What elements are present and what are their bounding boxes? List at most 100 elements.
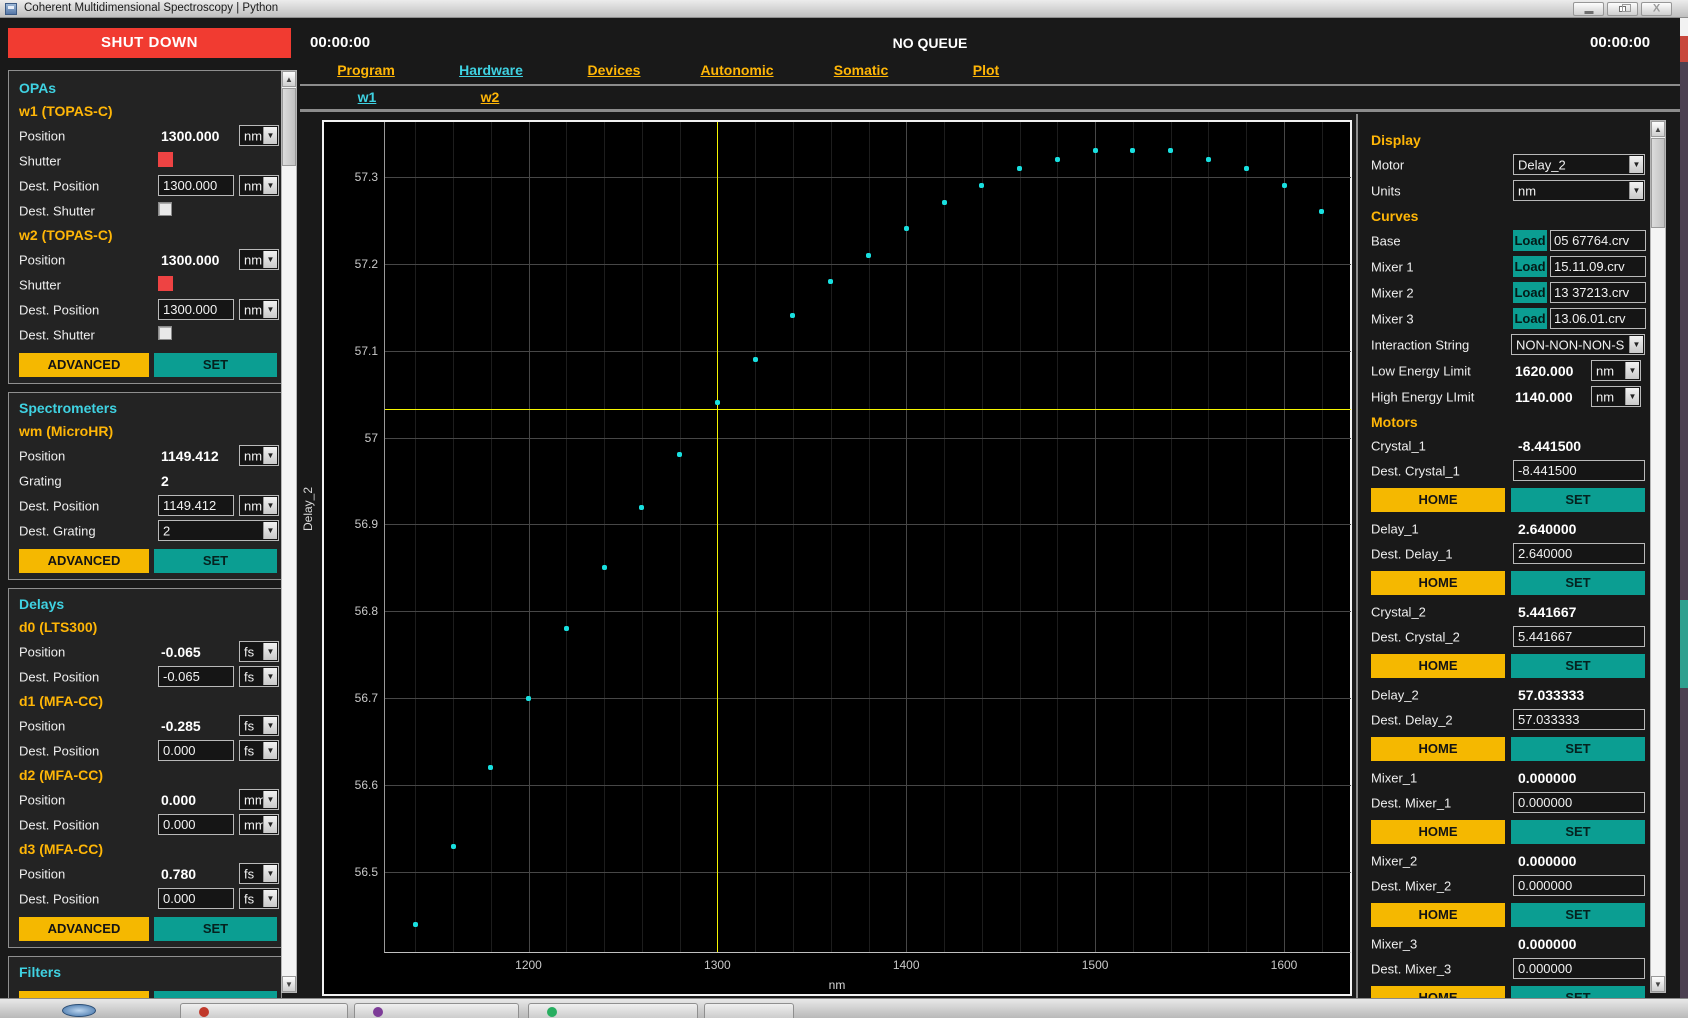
tab-devices[interactable]: Devices <box>554 62 674 78</box>
scroll-down-icon[interactable]: ▼ <box>1651 976 1665 992</box>
subtab-w1[interactable]: w1 <box>337 89 397 105</box>
motor-dest-input[interactable] <box>1513 709 1645 730</box>
opas-advanced-button[interactable]: ADVANCED <box>19 353 149 377</box>
home-button[interactable]: HOME <box>1371 737 1505 761</box>
taskbar[interactable] <box>0 998 1688 1018</box>
d2-dest-position-units-dropdown[interactable]: mm▼ <box>239 814 279 835</box>
left-panel-scrollbar[interactable]: ▲ ▼ <box>281 70 297 993</box>
d3-dest-position-input[interactable] <box>158 888 234 909</box>
w1-dest-position-input[interactable] <box>158 175 234 196</box>
d2-position-units-dropdown[interactable]: mm▼ <box>239 789 279 810</box>
curve-mixer1-file-field[interactable]: 15.11.09.crv <box>1550 256 1646 277</box>
left-scrollbar-thumb[interactable] <box>282 88 296 166</box>
tab-somatic[interactable]: Somatic <box>801 62 921 78</box>
w2-dest-position-units-dropdown[interactable]: nm▼ <box>239 299 279 320</box>
close-button[interactable]: X <box>1641 2 1672 16</box>
motor-dest-input[interactable] <box>1513 875 1645 896</box>
w2-dest-position-input[interactable] <box>158 299 234 320</box>
motor-dest-input[interactable] <box>1513 958 1645 979</box>
curve-mixer1-load-button[interactable]: Load <box>1513 256 1547 277</box>
d1-position-units-dropdown[interactable]: fs▼ <box>239 715 279 736</box>
set-button[interactable]: SET <box>1511 654 1645 678</box>
motor-select-label: Motor <box>1371 158 1404 173</box>
w2-shutter-indicator[interactable] <box>158 276 173 291</box>
high-energy-units-dropdown[interactable]: nm▼ <box>1591 386 1641 407</box>
delays-advanced-button[interactable]: ADVANCED <box>19 917 149 941</box>
d0-dest-position-input[interactable] <box>158 666 234 687</box>
d0-position-units-dropdown[interactable]: fs▼ <box>239 641 279 662</box>
set-button[interactable]: SET <box>1511 488 1645 512</box>
scroll-down-icon[interactable]: ▼ <box>282 976 296 992</box>
d1-dest-position-units-dropdown[interactable]: fs▼ <box>239 740 279 761</box>
curve-mixer2-file-field[interactable]: 13 37213.crv <box>1550 282 1646 303</box>
d2-dest-position-input[interactable] <box>158 814 234 835</box>
d1-dest-position-input[interactable] <box>158 740 234 761</box>
plot-canvas[interactable]: 57.357.257.15756.956.856.756.656.5120013… <box>384 122 1351 953</box>
filters-set-button[interactable]: SET <box>154 991 277 998</box>
motor-select-dropdown[interactable]: Delay_2▼ <box>1513 154 1645 175</box>
d3-dest-position-units-dropdown[interactable]: fs▼ <box>239 888 279 909</box>
interaction-string-dropdown[interactable]: NON-NON-NON-S▼ <box>1511 334 1645 355</box>
low-energy-units-dropdown[interactable]: nm▼ <box>1591 360 1641 381</box>
home-button[interactable]: HOME <box>1371 654 1505 678</box>
w2-dest-shutter-checkbox[interactable] <box>158 326 172 340</box>
curve-base-load-button[interactable]: Load <box>1513 230 1547 251</box>
w1-shutter-indicator[interactable] <box>158 152 173 167</box>
motor-value: 57.033333 <box>1518 687 1584 703</box>
right-panel-scrollbar[interactable]: ▲ ▼ <box>1650 120 1666 993</box>
home-button[interactable]: HOME <box>1371 903 1505 927</box>
tab-program[interactable]: Program <box>306 62 426 78</box>
units-select-dropdown[interactable]: nm▼ <box>1513 180 1645 201</box>
set-button[interactable]: SET <box>1511 903 1645 927</box>
w1-dest-position-units-dropdown[interactable]: nm▼ <box>239 175 279 196</box>
motor-dest-input[interactable] <box>1513 792 1645 813</box>
subtab-w2[interactable]: w2 <box>460 89 520 105</box>
taskbar-icon[interactable] <box>62 1004 96 1017</box>
wm-dest-position-input[interactable] <box>158 495 234 516</box>
spectrometers-advanced-button[interactable]: ADVANCED <box>19 549 149 573</box>
wm-position-units-dropdown[interactable]: nm▼ <box>239 445 279 466</box>
tab-hardware[interactable]: Hardware <box>431 62 551 78</box>
delays-set-button[interactable]: SET <box>154 917 277 941</box>
wm-dest-grating-dropdown[interactable]: 2▼ <box>158 520 279 541</box>
taskbar-button[interactable] <box>704 1003 794 1018</box>
set-button[interactable]: SET <box>1511 820 1645 844</box>
tab-plot[interactable]: Plot <box>926 62 1046 78</box>
home-button[interactable]: HOME <box>1371 986 1505 998</box>
opas-set-button[interactable]: SET <box>154 353 277 377</box>
scroll-up-icon[interactable]: ▲ <box>282 71 296 87</box>
w1-dest-shutter-checkbox[interactable] <box>158 202 172 216</box>
curve-base-file-field[interactable]: 05 67764.crv <box>1550 230 1646 251</box>
motor-dest-input[interactable] <box>1513 460 1645 481</box>
curve-mixer2-load-button[interactable]: Load <box>1513 282 1547 303</box>
motor-dest-input[interactable] <box>1513 543 1645 564</box>
taskbar-button[interactable] <box>354 1003 519 1018</box>
taskbar-button[interactable] <box>528 1003 698 1018</box>
taskbar-button[interactable] <box>180 1003 348 1018</box>
w1-position-units-dropdown[interactable]: nm▼ <box>239 125 279 146</box>
curve-mixer3-file-field[interactable]: 13.06.01.crv <box>1550 308 1646 329</box>
motor-dest-input[interactable] <box>1513 626 1645 647</box>
filters-advanced-button[interactable]: ADVANCED <box>19 991 149 998</box>
set-button[interactable]: SET <box>1511 571 1645 595</box>
chevron-down-icon: ▼ <box>263 301 277 318</box>
title-bar[interactable]: Coherent Multidimensional Spectroscopy |… <box>0 0 1688 18</box>
shutdown-button[interactable]: SHUT DOWN <box>8 28 291 58</box>
minimize-button[interactable] <box>1573 2 1604 16</box>
set-button[interactable]: SET <box>1511 986 1645 998</box>
opas-panel: OPAs w1 (TOPAS-C) Position 1300.000 nm▼ … <box>8 70 282 384</box>
home-button[interactable]: HOME <box>1371 571 1505 595</box>
spectrometers-set-button[interactable]: SET <box>154 549 277 573</box>
d0-dest-position-units-dropdown[interactable]: fs▼ <box>239 666 279 687</box>
curve-mixer3-load-button[interactable]: Load <box>1513 308 1547 329</box>
home-button[interactable]: HOME <box>1371 820 1505 844</box>
right-scrollbar-thumb[interactable] <box>1651 138 1665 228</box>
set-button[interactable]: SET <box>1511 737 1645 761</box>
restore-button[interactable] <box>1607 2 1638 16</box>
tab-autonomic[interactable]: Autonomic <box>677 62 797 78</box>
scroll-up-icon[interactable]: ▲ <box>1651 121 1665 137</box>
wm-dest-position-units-dropdown[interactable]: nm▼ <box>239 495 279 516</box>
home-button[interactable]: HOME <box>1371 488 1505 512</box>
d3-position-units-dropdown[interactable]: fs▼ <box>239 863 279 884</box>
w2-position-units-dropdown[interactable]: nm▼ <box>239 249 279 270</box>
